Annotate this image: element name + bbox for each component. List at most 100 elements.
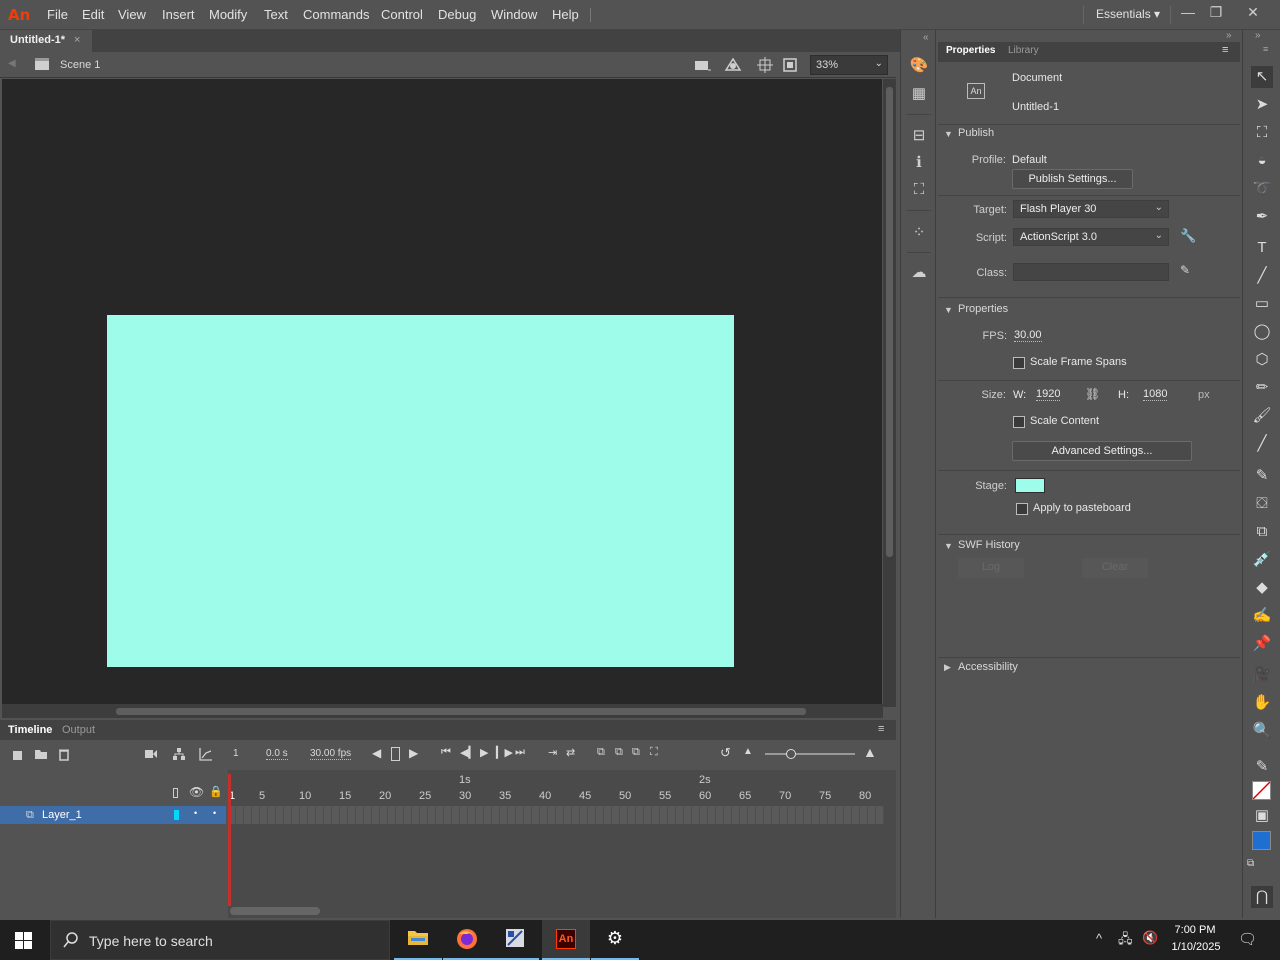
clock-date[interactable]: 1/10/2025 (1166, 941, 1226, 953)
ink-bottle-tool-icon[interactable]: ⧉ (1251, 521, 1273, 543)
edit-symbol-icon[interactable] (724, 57, 744, 76)
scrollbar-thumb[interactable] (116, 708, 806, 715)
vertical-scrollbar[interactable] (883, 79, 896, 707)
asset-warp-tool-icon[interactable]: 📌 (1251, 633, 1273, 655)
eraser-tool-icon[interactable]: ◆ (1251, 577, 1273, 599)
restore-button[interactable]: ❐ (1206, 4, 1226, 22)
scrollbar-thumb[interactable] (886, 87, 893, 557)
class-input[interactable] (1013, 263, 1169, 281)
stroke-color-swatch[interactable] (1252, 781, 1271, 800)
current-frame[interactable]: 1 (233, 748, 239, 759)
caret-down-icon[interactable]: ▼ (944, 541, 953, 551)
menu-window[interactable]: Window (491, 7, 537, 22)
menu-text[interactable]: Text (264, 7, 288, 22)
paint-bucket-tool-icon[interactable]: ⛋ (1251, 493, 1273, 515)
pencil-icon[interactable]: ✎ (1180, 263, 1190, 277)
insert-keyframe-icon[interactable] (391, 747, 400, 761)
accessibility-heading[interactable]: Accessibility (958, 661, 1018, 673)
swf-history-heading[interactable]: SWF History (958, 539, 1020, 551)
script-select[interactable]: ActionScript 3.0 ⌄ (1013, 228, 1169, 246)
step-forward-icon[interactable]: ▎▶ (496, 746, 513, 759)
network-icon[interactable]: 🖧 (1118, 930, 1133, 952)
zoom-tool-icon[interactable]: 🔍 (1251, 720, 1273, 742)
firefox-icon[interactable] (443, 920, 491, 960)
playhead[interactable] (228, 774, 231, 906)
new-layer-icon[interactable] (12, 749, 24, 764)
lasso-tool-icon[interactable]: ➰ (1251, 178, 1273, 200)
center-frame-icon[interactable]: ⇄ (566, 746, 575, 759)
align-icon[interactable]: ⊟ (909, 126, 929, 146)
onion-outline-icon[interactable]: ⧉ (615, 746, 623, 759)
layer-color-swatch[interactable] (174, 810, 179, 820)
width-value[interactable]: 1920 (1036, 388, 1061, 401)
tab-output[interactable]: Output (62, 724, 95, 736)
new-folder-icon[interactable] (34, 748, 48, 763)
publish-heading[interactable]: Publish (958, 127, 994, 139)
clip-content-icon[interactable] (782, 57, 798, 76)
pasteboard[interactable] (2, 79, 882, 704)
width-tool-icon[interactable]: ✍ (1251, 605, 1273, 627)
advanced-settings-button[interactable]: Advanced Settings... (1012, 441, 1192, 461)
fill-color-icon[interactable]: ▣ (1251, 805, 1273, 827)
timeline-zoom-slider[interactable] (765, 749, 855, 759)
settings-gear-icon[interactable]: ⚙ (591, 920, 639, 960)
reset-icon[interactable]: ↺ (720, 745, 731, 761)
go-first-icon[interactable]: ⏮ (441, 746, 451, 759)
hand-tool-icon[interactable]: ✋ (1251, 692, 1273, 714)
menu-help[interactable]: Help (552, 7, 579, 22)
stroke-color-icon[interactable]: ✎ (1251, 756, 1273, 778)
notification-icon[interactable]: 🗨 (1238, 930, 1257, 948)
graph-icon[interactable] (199, 747, 213, 764)
collapse-icon[interactable]: » (1255, 30, 1261, 41)
slider-knob[interactable] (786, 749, 796, 759)
workspace-switcher[interactable]: Essentials ▾ (1096, 7, 1160, 21)
components-icon[interactable]: ⁘ (909, 223, 929, 243)
3d-rotation-tool-icon[interactable]: ◒ (1251, 150, 1273, 172)
zoom-select[interactable]: 33% ⌄ (810, 55, 888, 75)
clock-time[interactable]: 7:00 PM (1170, 924, 1220, 936)
prev-keyframe-icon[interactable]: ◀ (372, 746, 381, 760)
edit-multiple-icon[interactable]: ⧉ (632, 746, 640, 759)
document-tab[interactable]: Untitled-1* × (0, 30, 92, 52)
app-icon[interactable] (491, 920, 539, 960)
frame-strip[interactable] (228, 806, 884, 824)
wrench-icon[interactable]: 🔧 (1180, 228, 1196, 244)
trash-icon[interactable] (58, 748, 70, 764)
scene-name[interactable]: Scene 1 (60, 59, 100, 71)
rectangle-tool-icon[interactable]: ▭ (1251, 293, 1273, 315)
transform-icon[interactable]: ⛶ (909, 181, 929, 201)
minimize-button[interactable]: — (1178, 4, 1198, 22)
panel-menu-icon[interactable]: ≡ (1263, 44, 1268, 54)
selection-tool-icon[interactable]: ↖ (1251, 66, 1273, 88)
panel-menu-icon[interactable]: ≡ (1222, 44, 1228, 56)
layer-row[interactable]: ⧉ Layer_1 • • (0, 806, 226, 824)
stage-canvas[interactable] (107, 315, 734, 667)
bone-tool-icon[interactable]: ✎ (1251, 465, 1273, 487)
caret-down-icon[interactable]: ▼ (944, 129, 953, 139)
camera-tool-icon[interactable]: 🎥 (1251, 664, 1273, 686)
publish-settings-button[interactable]: Publish Settings... (1012, 169, 1133, 189)
onion-skin-icon[interactable]: ⧉ (597, 746, 605, 759)
panel-menu-icon[interactable]: ≡ (878, 723, 884, 735)
back-arrow-icon[interactable]: ◀ (8, 58, 18, 72)
tab-timeline[interactable]: Timeline (8, 724, 52, 736)
windows-start-icon[interactable] (15, 932, 32, 952)
line-tool-icon[interactable]: ╱ (1251, 265, 1273, 287)
camera-icon[interactable] (144, 748, 158, 763)
lock-dot-icon[interactable]: • (213, 808, 216, 818)
log-button[interactable]: Log (958, 558, 1024, 578)
snap-magnet-icon[interactable]: ⋂ (1251, 886, 1273, 908)
current-time[interactable]: 0.0 s (266, 748, 288, 760)
paint-brush-tool-icon[interactable]: ╱ (1251, 433, 1273, 455)
menu-commands[interactable]: Commands (303, 7, 369, 22)
height-value[interactable]: 1080 (1143, 388, 1168, 401)
caret-down-icon[interactable]: ▼ (944, 305, 953, 315)
horizontal-scrollbar[interactable] (2, 704, 883, 718)
collapse-icon[interactable]: « (923, 32, 929, 43)
fill-color-swatch[interactable] (1252, 831, 1271, 850)
cc-libraries-icon[interactable]: ☁ (909, 263, 929, 283)
oval-tool-icon[interactable]: ◯ (1251, 321, 1273, 343)
pencil-tool-icon[interactable]: ✏ (1251, 377, 1273, 399)
animate-taskbar-icon[interactable]: An (542, 920, 590, 960)
menu-control[interactable]: Control (381, 7, 423, 22)
